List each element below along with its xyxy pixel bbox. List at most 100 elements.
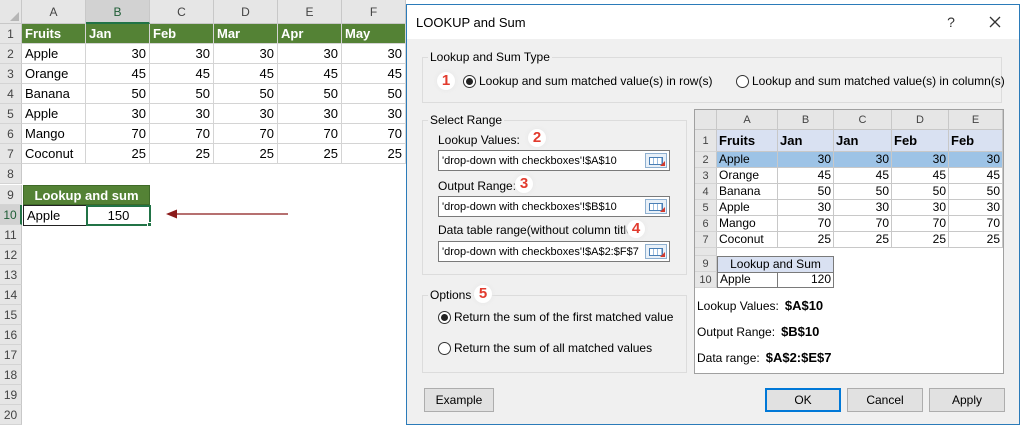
lookup-key-cell[interactable]: Apple bbox=[23, 205, 87, 226]
sheet-cell[interactable]: Coconut bbox=[22, 144, 86, 164]
sheet-cell[interactable]: 30 bbox=[150, 104, 214, 124]
row-header-9[interactable]: 9 bbox=[0, 185, 22, 205]
radio-first-matched[interactable]: Return the sum of the first matched valu… bbox=[438, 310, 673, 324]
lookup-and-sum-title-cell[interactable]: Lookup and sum bbox=[23, 185, 150, 205]
sheet-header-cell[interactable]: Feb bbox=[150, 24, 214, 44]
sheet-cell[interactable]: 45 bbox=[150, 64, 214, 84]
data-range-field[interactable] bbox=[438, 241, 670, 262]
sheet-cell[interactable]: 25 bbox=[342, 144, 406, 164]
sheet-cell[interactable]: 25 bbox=[214, 144, 278, 164]
example-button[interactable]: Example bbox=[424, 388, 494, 412]
sheet-cell[interactable]: 30 bbox=[150, 44, 214, 64]
row-header-16[interactable]: 16 bbox=[0, 325, 22, 345]
sheet-cell[interactable]: 50 bbox=[214, 84, 278, 104]
row-header-3[interactable]: 3 bbox=[0, 64, 22, 84]
sheet-cell[interactable]: Orange bbox=[22, 64, 86, 84]
preview-row-header: 5 bbox=[695, 200, 717, 216]
column-header-f[interactable]: F bbox=[342, 0, 406, 24]
range-select-icon[interactable] bbox=[645, 199, 667, 214]
sheet-header-cell[interactable]: May bbox=[342, 24, 406, 44]
sheet-cell[interactable]: 50 bbox=[86, 84, 150, 104]
sheet-cell[interactable]: 30 bbox=[86, 44, 150, 64]
sheet-cell[interactable]: Mango bbox=[22, 124, 86, 144]
sheet-cell[interactable]: 25 bbox=[86, 144, 150, 164]
help-button[interactable]: ? bbox=[939, 11, 963, 33]
sheet-cell[interactable]: 30 bbox=[214, 44, 278, 64]
sheet-cell[interactable]: 30 bbox=[278, 44, 342, 64]
sheet-cell[interactable]: 30 bbox=[342, 44, 406, 64]
sheet-cell[interactable]: 45 bbox=[278, 64, 342, 84]
sheet-cell[interactable]: 45 bbox=[342, 64, 406, 84]
preview-cell: 30 bbox=[892, 152, 949, 168]
radio-all-matched[interactable]: Return the sum of all matched values bbox=[438, 341, 652, 355]
sheet-header-cell[interactable]: Apr bbox=[278, 24, 342, 44]
range-select-icon[interactable] bbox=[645, 244, 667, 259]
sheet-cell[interactable]: 70 bbox=[150, 124, 214, 144]
sheet-cell[interactable]: 50 bbox=[150, 84, 214, 104]
lookup-values-field[interactable] bbox=[438, 150, 670, 171]
sheet-cell[interactable]: 70 bbox=[278, 124, 342, 144]
row-header-19[interactable]: 19 bbox=[0, 385, 22, 405]
row-header-10[interactable]: 10 bbox=[0, 205, 22, 225]
radio-lookup-rows[interactable]: Lookup and sum matched value(s) in row(s… bbox=[463, 74, 712, 88]
output-range-input[interactable] bbox=[439, 197, 645, 216]
column-header-e[interactable]: E bbox=[278, 0, 342, 24]
sheet-cell[interactable]: 25 bbox=[150, 144, 214, 164]
output-range-field[interactable] bbox=[438, 196, 670, 217]
sheet-cell[interactable]: 70 bbox=[86, 124, 150, 144]
range-select-icon[interactable] bbox=[645, 153, 667, 168]
column-header-d[interactable]: D bbox=[214, 0, 278, 24]
row-header-5[interactable]: 5 bbox=[0, 104, 22, 124]
sheet-cell[interactable]: 30 bbox=[86, 104, 150, 124]
row-header-11[interactable]: 11 bbox=[0, 225, 22, 245]
column-header-a[interactable]: A bbox=[22, 0, 86, 24]
row-header-8[interactable]: 8 bbox=[0, 164, 22, 184]
apply-button[interactable]: Apply bbox=[929, 388, 1005, 412]
row-header-1[interactable]: 1 bbox=[0, 24, 22, 44]
preview-lookup-title: Lookup and Sum bbox=[717, 256, 834, 273]
column-header-b[interactable]: B bbox=[86, 0, 150, 24]
select-all-corner[interactable] bbox=[0, 0, 22, 24]
row-header-17[interactable]: 17 bbox=[0, 345, 22, 365]
preview-cell: Apple bbox=[717, 200, 778, 216]
row-header-4[interactable]: 4 bbox=[0, 84, 22, 104]
lookup-values-input[interactable] bbox=[439, 151, 645, 170]
sheet-cell[interactable]: Apple bbox=[22, 104, 86, 124]
cancel-button[interactable]: Cancel bbox=[847, 388, 923, 412]
sheet-cell[interactable]: 50 bbox=[342, 84, 406, 104]
row-header-18[interactable]: 18 bbox=[0, 365, 22, 385]
sheet-header-cell[interactable]: Mar bbox=[214, 24, 278, 44]
dialog-titlebar[interactable]: LOOKUP and Sum ? bbox=[407, 5, 1019, 39]
ok-button[interactable]: OK bbox=[765, 388, 841, 412]
sheet-header-cell[interactable]: Fruits bbox=[22, 24, 86, 44]
radio-selected-icon bbox=[438, 310, 451, 324]
row-header-20[interactable]: 20 bbox=[0, 405, 22, 425]
row-header-7[interactable]: 7 bbox=[0, 144, 22, 164]
row-header-2[interactable]: 2 bbox=[0, 44, 22, 64]
row-header-12[interactable]: 12 bbox=[0, 245, 22, 265]
fill-handle[interactable] bbox=[147, 222, 152, 227]
options-group bbox=[422, 295, 687, 373]
sheet-cell[interactable]: Apple bbox=[22, 44, 86, 64]
row-header-15[interactable]: 15 bbox=[0, 305, 22, 325]
sheet-cell[interactable]: 30 bbox=[278, 104, 342, 124]
sheet-cell[interactable]: 70 bbox=[342, 124, 406, 144]
sheet-cell[interactable]: 25 bbox=[278, 144, 342, 164]
sheet-cell[interactable]: Banana bbox=[22, 84, 86, 104]
close-icon[interactable] bbox=[983, 11, 1007, 33]
sheet-cell[interactable]: 45 bbox=[214, 64, 278, 84]
sheet-cell[interactable]: 45 bbox=[86, 64, 150, 84]
lookup-result-cell[interactable]: 150 bbox=[86, 205, 151, 226]
spreadsheet: A B C D E F 1 2 3 4 5 6 7 8 9 10 11 12 1… bbox=[0, 0, 410, 425]
row-header-13[interactable]: 13 bbox=[0, 265, 22, 285]
sheet-cell[interactable]: 70 bbox=[214, 124, 278, 144]
sheet-cell[interactable]: 30 bbox=[342, 104, 406, 124]
sheet-header-cell[interactable]: Jan bbox=[86, 24, 150, 44]
column-header-c[interactable]: C bbox=[150, 0, 214, 24]
sheet-cell[interactable]: 50 bbox=[278, 84, 342, 104]
data-range-input[interactable] bbox=[439, 242, 645, 261]
radio-lookup-columns[interactable]: Lookup and sum matched value(s) in colum… bbox=[736, 74, 1005, 88]
row-header-6[interactable]: 6 bbox=[0, 124, 22, 144]
row-header-14[interactable]: 14 bbox=[0, 285, 22, 305]
sheet-cell[interactable]: 30 bbox=[214, 104, 278, 124]
